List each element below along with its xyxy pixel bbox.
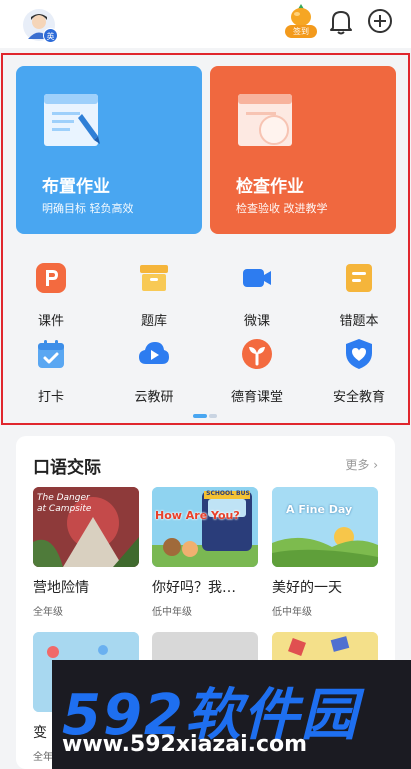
sign-in-button[interactable]: 签到 [285,2,317,38]
thumbnail-title: The Danger at Campsite [37,493,92,514]
card-title: 检查作业 [236,177,304,197]
more-link[interactable]: 更多 › [345,456,378,473]
tool-label: 微课 [243,314,270,329]
tool-cloud-research[interactable]: 云教研 [114,338,194,405]
course-thumbnail: SCHOOL BUS How Are You? [152,487,258,567]
cloud-research-icon [139,342,169,364]
micro-lesson-icon [243,269,271,287]
watermark-overlay: 592软件园 www.592xiazai.com [52,660,411,769]
mistake-book-icon [346,264,372,292]
section-title: 口语交际 [33,458,101,478]
course-card[interactable]: A Fine Day 美好的一天 低中年级 [272,487,378,618]
tool-safety-education[interactable]: 安全教育 [319,338,399,405]
assign-homework-card[interactable]: 布置作业 明确目标 轻负高效 [16,66,202,234]
course-thumbnail: The Danger at Campsite [33,487,139,567]
tool-label: 安全教育 [332,390,385,405]
add-button[interactable] [367,8,393,34]
tool-label: 错题本 [339,314,379,329]
avatar[interactable]: 英 [22,8,58,43]
tool-check-in[interactable]: 打卡 [11,338,91,405]
course-grade: 低中年级 [272,607,312,618]
tool-micro-lesson[interactable]: 微课 [217,262,297,329]
fine-day-illustration-icon [272,487,378,567]
tool-label: 课件 [37,314,64,329]
course-thumbnail: A Fine Day [272,487,378,567]
card-subtitle: 明确目标 轻负高效 [42,202,134,215]
tool-question-bank[interactable]: 题库 [114,262,194,329]
course-name: 你好吗？我… [152,580,236,596]
page-indicator [193,414,219,418]
tool-label: 德育课堂 [230,390,283,405]
thumbnail-title: How Are You? [155,509,240,522]
tool-moral-class[interactable]: 德育课堂 [217,338,297,405]
course-name: 营地险情 [33,580,89,596]
plus-circle-icon [368,9,392,33]
course-name: 美好的一天 [272,580,342,596]
courseware-icon [36,263,66,293]
question-bank-icon [140,265,168,291]
course-card[interactable]: The Danger at Campsite 营地险情 全年级 [33,487,139,618]
page-dot [209,414,217,418]
tool-label: 打卡 [37,390,64,405]
tool-courseware[interactable]: 课件 [11,262,91,329]
tool-label: 题库 [140,314,167,329]
school-bus-illustration-icon [152,487,258,567]
tool-mistake-book[interactable]: 错题本 [319,262,399,329]
watermark-url: www.592xiazai.com [62,732,308,757]
top-bar: 英 签到 [0,0,411,48]
course-grade: 全年级 [33,607,63,618]
bell-icon [330,11,352,35]
safety-shield-icon [346,339,372,369]
check-in-icon [38,340,64,368]
check-homework-card[interactable]: 检查作业 检查验收 改进教学 [210,66,396,234]
card-title: 布置作业 [42,177,110,197]
assign-homework-icon [44,94,100,146]
course-grade: 低中年级 [152,607,192,618]
bus-sign: SCHOOL BUS [206,490,250,497]
tool-label: 云教研 [134,390,174,405]
thumbnail-title: A Fine Day [286,503,353,516]
card-subtitle: 检查验收 改进教学 [236,202,328,215]
language-badge: 英 [43,28,58,43]
notification-button[interactable] [328,8,354,36]
check-homework-icon [238,94,292,146]
sign-in-label: 签到 [285,25,317,38]
course-card[interactable]: SCHOOL BUS How Are You? 你好吗？我… 低中年级 [152,487,258,618]
moral-class-icon [242,339,272,369]
page-dot-active [193,414,207,418]
